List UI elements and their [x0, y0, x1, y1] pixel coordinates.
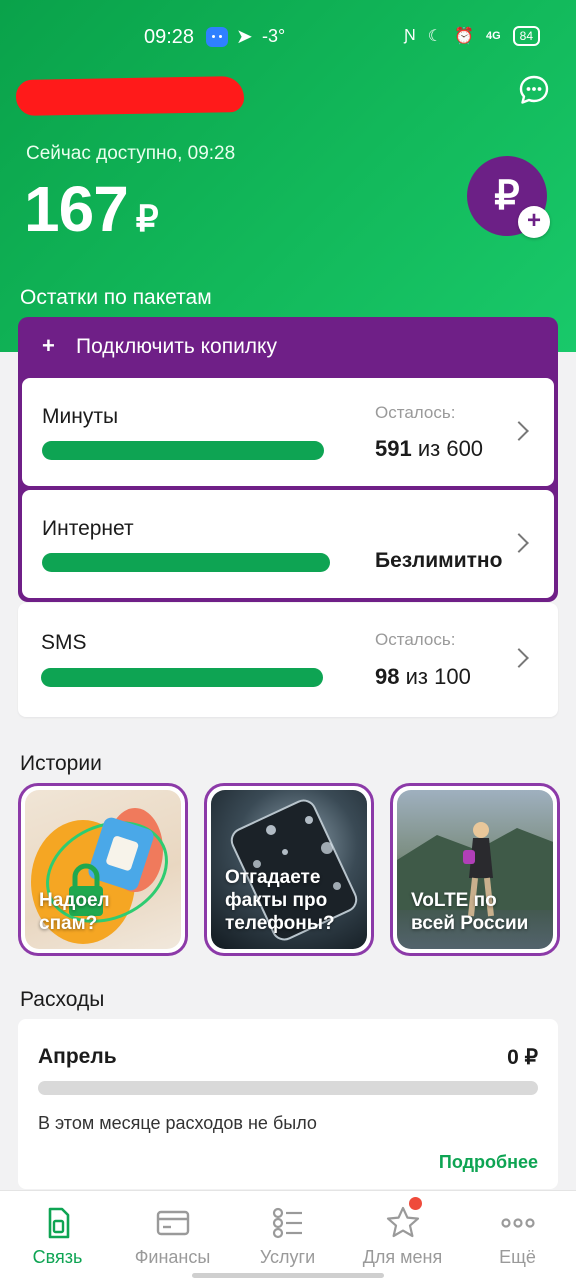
nav-item-svyaz[interactable]: Связь [0, 1191, 115, 1280]
connect-piggy-bank-button[interactable]: + Подключить копилку [18, 317, 558, 375]
expenses-month: Апрель [38, 1045, 117, 1068]
package-card-sms[interactable]: SMS Осталось: 98 из 100 [18, 603, 558, 717]
package-progress-bar [41, 668, 323, 687]
balance-currency: ₽ [135, 198, 159, 239]
nfc-icon: Ɲ [404, 27, 416, 44]
connect-piggy-bank-label: Подключить копилку [76, 335, 277, 358]
story-title: VoLTE по всей России [411, 890, 529, 934]
expenses-card[interactable]: Апрель 0 ₽ В этом месяце расходов не был… [18, 1019, 558, 1189]
moon-icon: ☾ [427, 28, 443, 45]
package-unlimited-label: Безлимитно [375, 549, 503, 572]
telegram-icon: ➤ [236, 26, 253, 48]
stories-title: Истории [20, 752, 102, 775]
nav-item-finance[interactable]: Финансы [115, 1191, 230, 1280]
story-title: Отгадаете факты про телефоны? [225, 867, 335, 934]
balance-amount: 167 [24, 173, 129, 245]
chevron-right-icon [509, 421, 529, 441]
nav-item-services[interactable]: Услуги [230, 1191, 345, 1280]
more-dots-icon [500, 1218, 535, 1228]
plus-icon: + [42, 333, 55, 358]
package-remain-label: Осталось: [375, 630, 456, 649]
nav-label: Связь [32, 1247, 83, 1267]
nav-label: Ещё [499, 1247, 536, 1267]
package-remain-label: Осталось: [375, 403, 456, 422]
package-value: 591 из 600 [375, 436, 484, 461]
story-title: Надоел спам? [39, 890, 110, 934]
topup-plus-icon[interactable]: + [518, 206, 550, 238]
status-bar: 09:28 ➤ -3° Ɲ ☾ ⏰ 4G 84 [0, 18, 576, 54]
package-name: SMS [41, 631, 87, 654]
packages-title: Остатки по пакетам [20, 286, 212, 309]
package-name: Минуты [42, 405, 119, 428]
package-progress-bar [42, 553, 330, 572]
home-indicator [192, 1273, 384, 1278]
story-card[interactable]: Надоел спам? [18, 783, 188, 956]
package-progress-bar [42, 441, 324, 460]
story-image: Надоел спам? [25, 790, 181, 949]
balance[interactable]: 167 ₽ [24, 172, 159, 246]
notification-badge [409, 1197, 422, 1210]
sim-card-icon [48, 1207, 69, 1239]
nav-label: Для меня [362, 1247, 443, 1267]
expenses-note: В этом месяце расходов не было [38, 1113, 317, 1133]
expenses-progress-bar [38, 1081, 538, 1095]
services-list-icon [272, 1207, 302, 1239]
android-notification-icon [206, 27, 228, 47]
expenses-more-link[interactable]: Подробнее [439, 1152, 538, 1173]
status-time: 09:28 [144, 26, 195, 48]
bottom-navigation: Связь Финансы Услуги Для меня Ещё [0, 1190, 576, 1280]
package-card-minutes[interactable]: Минуты Осталось: 591 из 600 [22, 378, 554, 486]
status-temperature: -3° [262, 26, 286, 46]
alarm-icon: ⏰ [454, 28, 474, 45]
package-name: Интернет [42, 517, 134, 540]
battery-icon: 84 [512, 26, 540, 46]
story-card[interactable]: Отгадаете факты про телефоны? [204, 783, 374, 956]
chevron-right-icon [509, 648, 529, 668]
wallet-icon [156, 1210, 189, 1236]
chevron-right-icon [509, 533, 529, 553]
available-label: Сейчас доступно, 09:28 [26, 143, 236, 164]
package-value: 98 из 100 [375, 664, 471, 689]
redacted-account-name [15, 76, 245, 116]
chat-bubble-icon[interactable] [518, 74, 550, 106]
nav-item-more[interactable]: Ещё [460, 1191, 575, 1280]
expenses-title: Расходы [20, 988, 105, 1011]
expenses-amount: 0 ₽ [507, 1046, 538, 1069]
star-icon [386, 1206, 419, 1238]
nav-item-for-me[interactable]: Для меня [345, 1191, 460, 1280]
stories-carousel: Надоел спам? Отгадаете факты про телефон… [18, 783, 564, 958]
story-image: Отгадаете факты про телефоны? [211, 790, 367, 949]
signal-icon: 4G [485, 30, 501, 42]
story-image: VoLTE по всей России [397, 790, 553, 949]
package-card-internet[interactable]: Интернет Безлимитно [22, 490, 554, 598]
nav-label: Финансы [134, 1247, 211, 1267]
nav-label: Услуги [259, 1247, 316, 1267]
story-card[interactable]: VoLTE по всей России [390, 783, 560, 956]
